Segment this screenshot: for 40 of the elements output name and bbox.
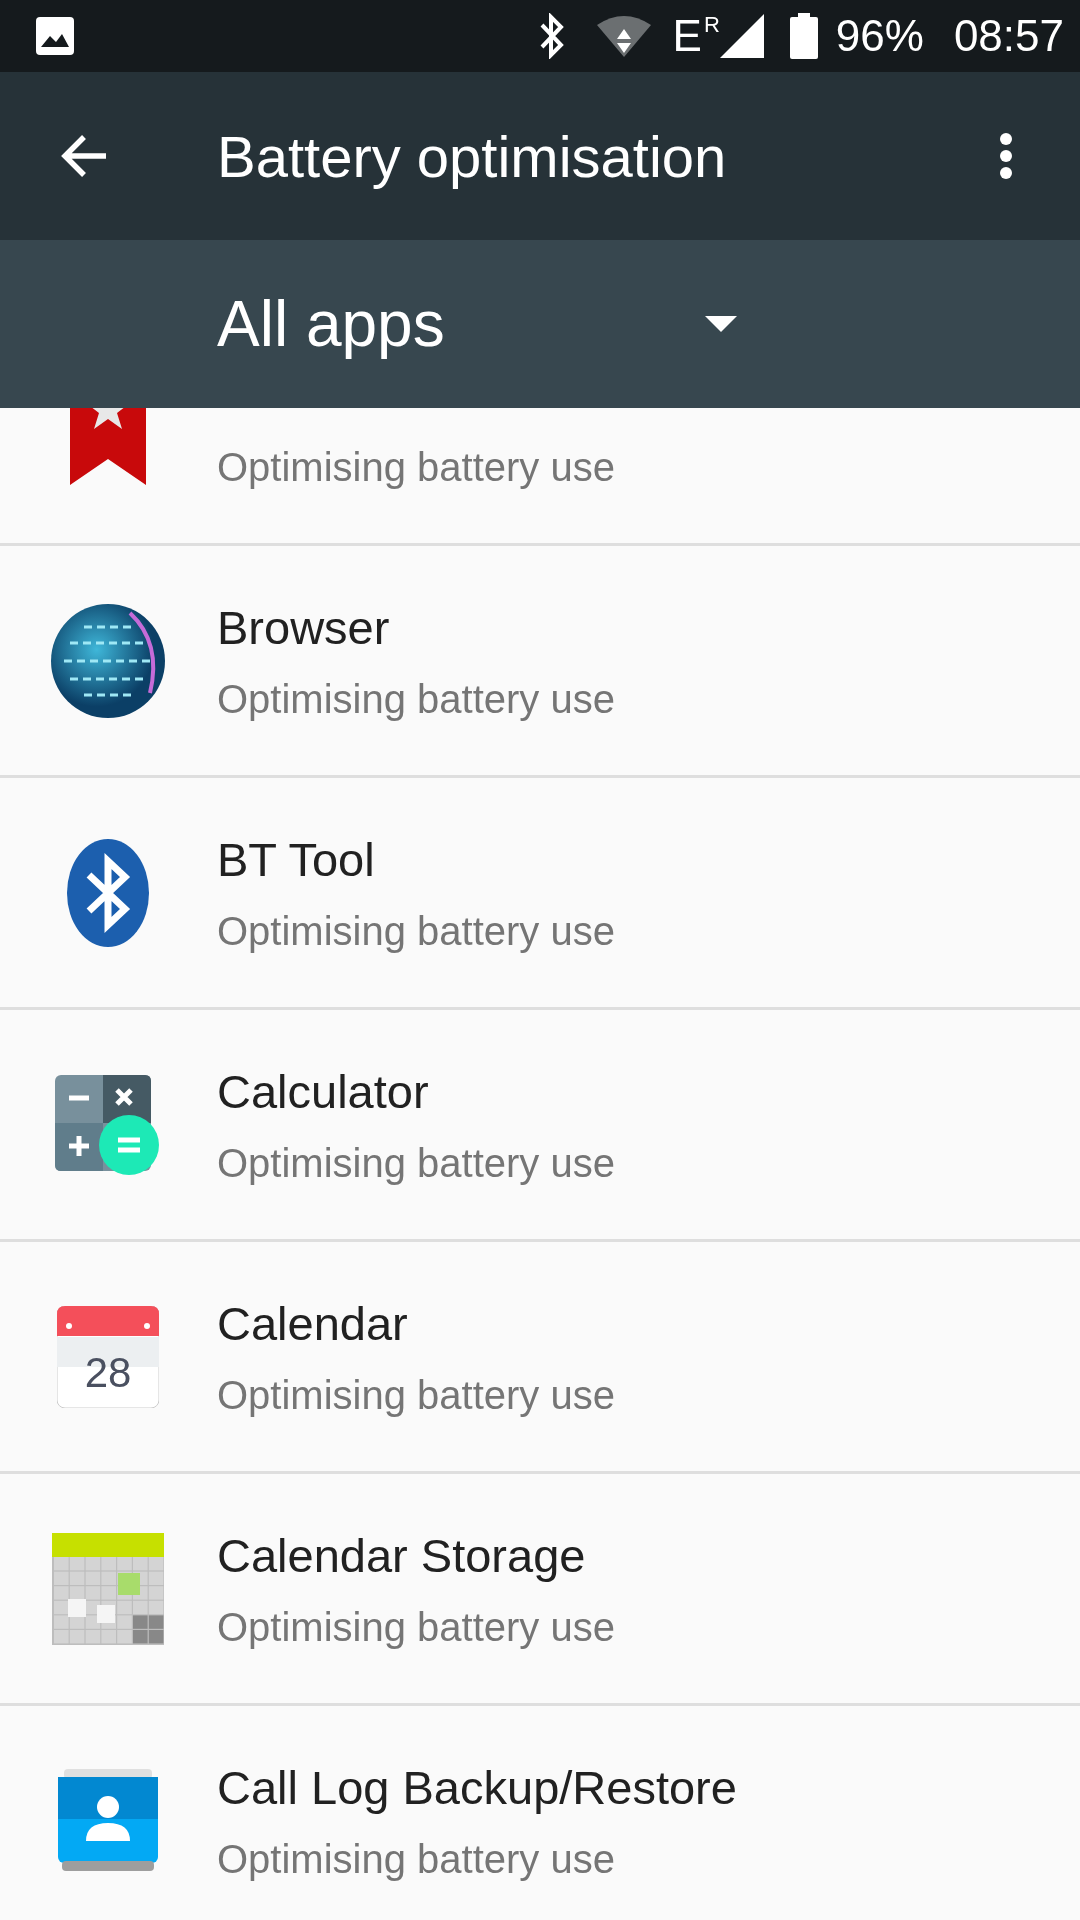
image-icon xyxy=(36,17,74,55)
optimisation-status: Optimising battery use xyxy=(217,677,615,722)
bluetooth-icon xyxy=(538,13,565,59)
app-name: Calendar xyxy=(217,1296,409,1352)
calendar-icon xyxy=(56,1305,159,1408)
optimisation-status: Optimising battery use xyxy=(217,1605,615,1650)
app-list-item[interactable]: Calendar Storage Optimising battery use xyxy=(0,1474,1080,1706)
battery-percentage: 96% xyxy=(835,14,924,58)
calendar-date-text: 28 xyxy=(84,1348,131,1396)
app-list-item[interactable]: Call Log Backup/Restore Optimising battery use xyxy=(0,1706,1080,1920)
app-list-item[interactable]: 28 Calendar Optimising battery use xyxy=(0,1242,1080,1474)
app-name: Calculator xyxy=(217,1064,430,1120)
calendar-grid-icon xyxy=(51,1532,164,1645)
app-list-item[interactable]: Optimising battery use xyxy=(0,408,1080,546)
app-list-item[interactable]: Calculator Optimising battery use xyxy=(0,1010,1080,1242)
optimisation-status: Optimising battery use xyxy=(217,1837,616,1882)
app-name: Calendar Storage xyxy=(217,1528,587,1584)
app-list-item[interactable]: BT Tool Optimising battery use xyxy=(0,778,1080,1010)
optimisation-status: Optimising battery use xyxy=(217,445,615,490)
dropdown-caret-icon xyxy=(705,316,737,332)
back-arrow-icon xyxy=(60,134,108,178)
calculator-icon xyxy=(54,1072,161,1177)
wifi-icon xyxy=(596,15,651,57)
contacts-icon xyxy=(57,1768,158,1873)
network-type-text: E xyxy=(672,14,702,58)
clock-time: 08:57 xyxy=(953,14,1064,58)
signal-icon xyxy=(719,14,764,58)
roaming-indicator: R xyxy=(703,14,720,36)
overflow-menu-icon xyxy=(999,132,1013,180)
app-list-item[interactable]: Browser Optimising battery use xyxy=(0,546,1080,778)
optimisation-status: Optimising battery use xyxy=(217,1373,615,1418)
app-name: BT Tool xyxy=(217,832,376,888)
globe-icon xyxy=(49,602,166,719)
bluetooth-icon xyxy=(64,836,151,949)
app-name: Call Log Backup/Restore xyxy=(217,1760,737,1816)
battery-icon xyxy=(789,13,818,59)
optimisation-status: Optimising battery use xyxy=(217,1141,615,1186)
screen-title: Battery optimisation xyxy=(217,122,728,190)
optimisation-status: Optimising battery use xyxy=(217,909,615,954)
app-name: Browser xyxy=(217,600,391,656)
